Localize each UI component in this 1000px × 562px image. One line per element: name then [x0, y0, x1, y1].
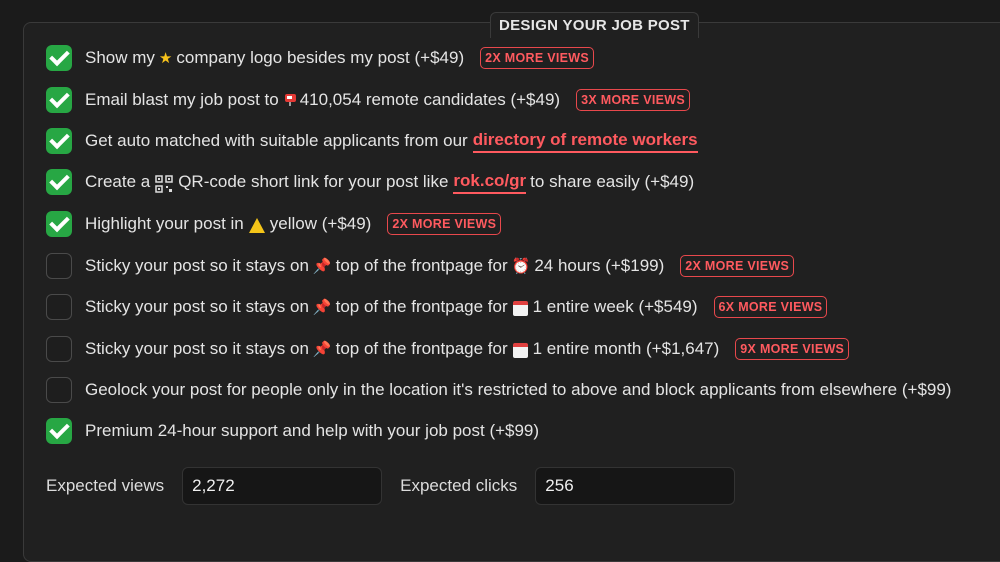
option-text: Get auto matched with suitable applicant…	[85, 131, 468, 150]
pushpin-icon: 📌	[312, 298, 332, 316]
option-text: top of the frontpage for	[335, 256, 508, 275]
option-text: to share easily (+$49)	[530, 172, 695, 191]
checkbox-checked[interactable]	[46, 418, 72, 444]
option-text: 24 hours (+$199)	[534, 256, 665, 275]
option-text: Sticky your post so it stays on	[85, 256, 309, 275]
views-badge: 2X MORE VIEWS	[387, 213, 502, 235]
option-text: top of the frontpage for	[335, 339, 508, 358]
expected-clicks-label: Expected clicks	[400, 476, 518, 495]
pushpin-icon: 📌	[312, 257, 332, 275]
mailbox-icon	[283, 91, 299, 110]
option-text: yellow (+$49)	[269, 214, 372, 233]
star-icon: ★	[158, 49, 173, 67]
option-text: QR-code short link for your post like	[178, 172, 449, 191]
checkbox-checked[interactable]	[46, 45, 72, 71]
views-badge: 2X MORE VIEWS	[680, 255, 795, 277]
option-text: top of the frontpage for	[335, 297, 508, 316]
expected-stats: Expected views Expected clicks	[46, 467, 736, 505]
option-text: Sticky your post so it stays on	[85, 339, 309, 358]
checkbox-checked[interactable]	[46, 128, 72, 154]
option-highlight[interactable]: Highlight your post in yellow (+$49) 2X …	[46, 209, 502, 239]
option-text: Geolock your post for people only in the…	[85, 380, 952, 399]
option-premium-support[interactable]: Premium 24-hour support and help with yo…	[46, 416, 539, 446]
calendar-icon	[512, 342, 528, 358]
views-badge: 3X MORE VIEWS	[576, 89, 690, 111]
option-text: company logo besides my post (+$49)	[176, 48, 465, 67]
views-badge: 2X MORE VIEWS	[480, 47, 595, 69]
option-company-logo[interactable]: Show my ★ company logo besides my post (…	[46, 43, 595, 73]
option-text: 410,054 remote candidates (+$49)	[299, 90, 561, 109]
option-text: Premium 24-hour support and help with yo…	[85, 421, 540, 440]
option-sticky-week[interactable]: Sticky your post so it stays on 📌 top of…	[46, 292, 828, 322]
option-text: 1 entire week (+$549)	[532, 297, 698, 316]
option-text: Create a	[85, 172, 151, 191]
expected-views-label: Expected views	[46, 476, 165, 495]
option-text: Highlight your post in	[85, 214, 244, 233]
checkbox-unchecked[interactable]	[46, 336, 72, 362]
short-link[interactable]: rok.co/gr	[453, 171, 527, 194]
option-auto-match[interactable]: Get auto matched with suitable applicant…	[46, 126, 698, 156]
checkbox-checked[interactable]	[46, 169, 72, 195]
directory-link[interactable]: directory of remote workers	[472, 130, 698, 153]
expected-clicks-field[interactable]	[535, 467, 736, 505]
views-badge: 6X MORE VIEWS	[713, 296, 828, 318]
expected-views-field[interactable]	[182, 467, 383, 505]
section-title: DESIGN YOUR JOB POST	[490, 12, 699, 38]
checkbox-checked[interactable]	[46, 87, 72, 113]
checkbox-unchecked[interactable]	[46, 253, 72, 279]
option-sticky-24h[interactable]: Sticky your post so it stays on 📌 top of…	[46, 251, 795, 281]
qr-code-icon	[155, 175, 174, 193]
warning-icon	[248, 217, 265, 233]
option-text: 1 entire month (+$1,647)	[532, 339, 720, 358]
option-qr-code[interactable]: Create a QR-code short link for your pos…	[46, 167, 694, 197]
checkbox-unchecked[interactable]	[46, 377, 72, 403]
option-sticky-month[interactable]: Sticky your post so it stays on 📌 top of…	[46, 334, 850, 364]
alarm-clock-icon: ⏰	[511, 257, 531, 275]
calendar-icon	[512, 300, 528, 316]
option-email-blast[interactable]: Email blast my job post to 410,054 remot…	[46, 85, 690, 115]
option-text: Show my	[85, 48, 155, 67]
option-text: Sticky your post so it stays on	[85, 297, 309, 316]
checkbox-unchecked[interactable]	[46, 294, 72, 320]
checkbox-checked[interactable]	[46, 211, 72, 237]
views-badge: 9X MORE VIEWS	[735, 338, 850, 360]
pushpin-icon: 📌	[312, 340, 332, 358]
option-text: Email blast my job post to	[85, 90, 279, 109]
option-geolock[interactable]: Geolock your post for people only in the…	[46, 375, 951, 405]
